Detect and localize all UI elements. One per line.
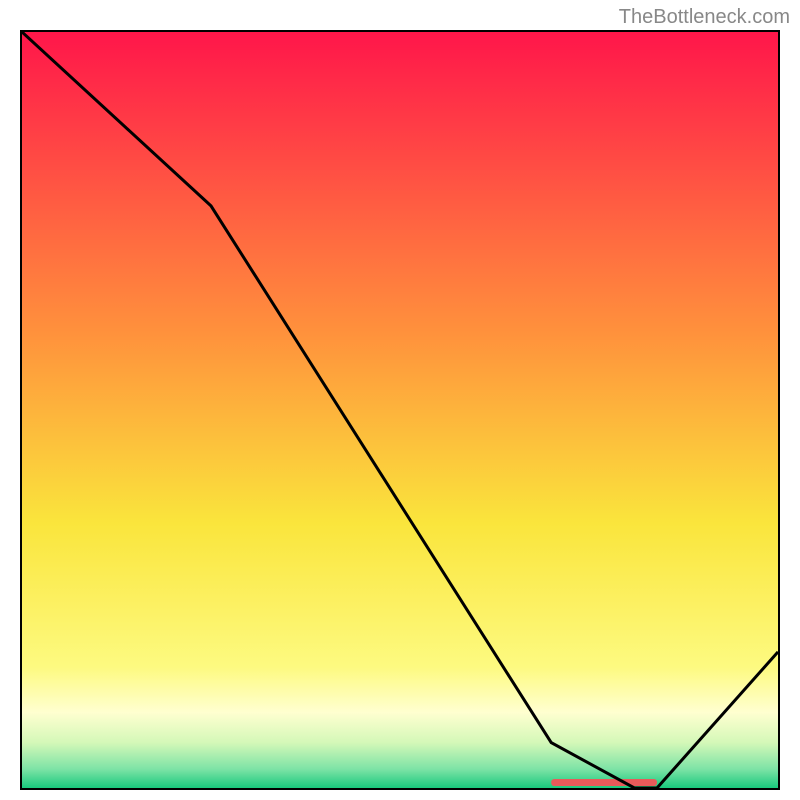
optimal-marker: [551, 779, 657, 786]
watermark-text: TheBottleneck.com: [619, 6, 790, 29]
plot-area: [20, 30, 780, 790]
chart-svg: [22, 32, 778, 788]
gradient-rect: [22, 32, 778, 788]
chart-container: TheBottleneck.com: [0, 0, 800, 800]
